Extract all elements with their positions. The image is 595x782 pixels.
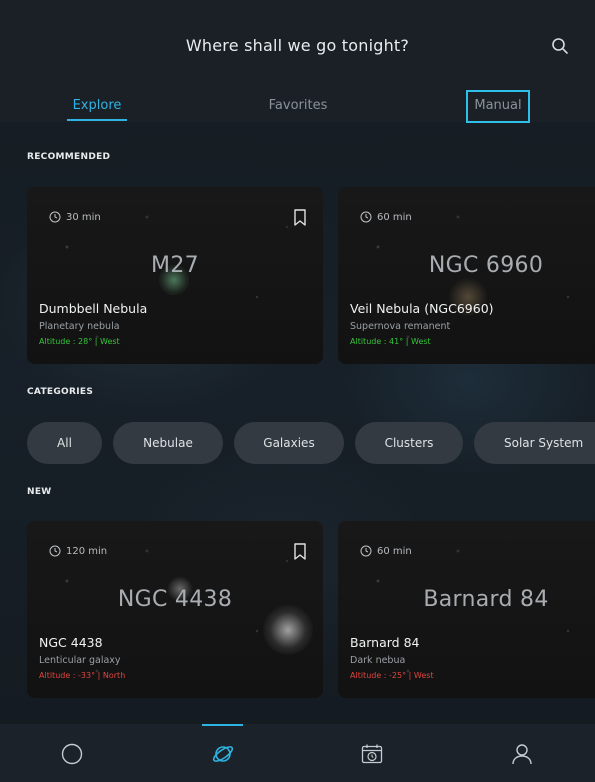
altitude-info: Altitude : -25° | West bbox=[350, 671, 434, 680]
clock-icon bbox=[360, 545, 372, 557]
bookmark-icon[interactable] bbox=[293, 209, 307, 226]
object-name: Veil Nebula (NGC6960) bbox=[350, 301, 494, 316]
bottom-nav bbox=[0, 724, 595, 782]
catalog-id: NGC 6960 bbox=[428, 253, 544, 278]
duration: 60 min bbox=[360, 545, 412, 557]
planet-icon[interactable] bbox=[211, 742, 235, 766]
circle-icon[interactable] bbox=[61, 743, 83, 765]
tab-manual[interactable]: Manual bbox=[468, 98, 528, 113]
recommended-card-ngc6960[interactable]: 60 min NGC 6960 Veil Nebula (NGC6960) Su… bbox=[338, 187, 595, 364]
page-title: Where shall we go tonight? bbox=[185, 36, 410, 55]
galaxy-glow bbox=[263, 605, 313, 655]
clock-icon bbox=[49, 211, 61, 223]
duration: 120 min bbox=[49, 545, 107, 557]
section-recommended: RECOMMENDED bbox=[27, 152, 111, 162]
category-chip-all[interactable]: All bbox=[27, 422, 102, 464]
object-type: Planetary nebula bbox=[39, 321, 120, 332]
clock-icon bbox=[49, 545, 61, 557]
nav-active-indicator bbox=[202, 724, 243, 726]
duration-label: 60 min bbox=[377, 211, 412, 223]
user-icon[interactable] bbox=[511, 743, 533, 765]
category-chip-nebulae[interactable]: Nebulae bbox=[113, 422, 223, 464]
category-chip-solar-system[interactable]: Solar System bbox=[474, 422, 595, 464]
object-name: Dumbbell Nebula bbox=[39, 301, 148, 316]
search-icon[interactable] bbox=[551, 37, 569, 55]
catalog-id: Barnard 84 bbox=[423, 587, 549, 612]
category-chip-galaxies[interactable]: Galaxies bbox=[234, 422, 344, 464]
duration: 30 min bbox=[49, 211, 101, 223]
calendar-clock-icon[interactable] bbox=[361, 743, 383, 765]
new-card-barnard84[interactable]: 60 min Barnard 84 Barnard 84 Dark nebua … bbox=[338, 521, 595, 698]
duration-label: 120 min bbox=[66, 545, 108, 557]
object-type: Supernova remanent bbox=[350, 321, 451, 332]
duration-label: 30 min bbox=[66, 211, 101, 223]
recommended-card-m27[interactable]: 30 min M27 Dumbbell Nebula Planetary neb… bbox=[27, 187, 323, 364]
altitude-info: Altitude : -33° | North bbox=[39, 671, 126, 680]
altitude-info: Altitude : 28° | West bbox=[39, 337, 120, 346]
object-name: Barnard 84 bbox=[350, 635, 420, 650]
new-card-ngc4438[interactable]: 120 min NGC 4438 NGC 4438 Lenticular gal… bbox=[27, 521, 323, 698]
tab-favorites[interactable]: Favorites bbox=[262, 98, 334, 113]
object-type: Lenticular galaxy bbox=[39, 655, 121, 666]
object-name: NGC 4438 bbox=[39, 635, 103, 650]
clock-icon bbox=[360, 211, 372, 223]
section-categories: CATEGORIES bbox=[27, 387, 94, 397]
catalog-id: M27 bbox=[151, 253, 199, 278]
tab-explore-underline bbox=[67, 119, 127, 121]
altitude-info: Altitude : 41° | West bbox=[350, 337, 431, 346]
object-type: Dark nebua bbox=[350, 655, 406, 666]
duration: 60 min bbox=[360, 211, 412, 223]
catalog-id: NGC 4438 bbox=[117, 587, 233, 612]
tab-explore[interactable]: Explore bbox=[67, 98, 127, 113]
bookmark-icon[interactable] bbox=[293, 543, 307, 560]
category-chip-clusters[interactable]: Clusters bbox=[355, 422, 463, 464]
duration-label: 60 min bbox=[377, 545, 412, 557]
section-new: NEW bbox=[27, 487, 52, 497]
